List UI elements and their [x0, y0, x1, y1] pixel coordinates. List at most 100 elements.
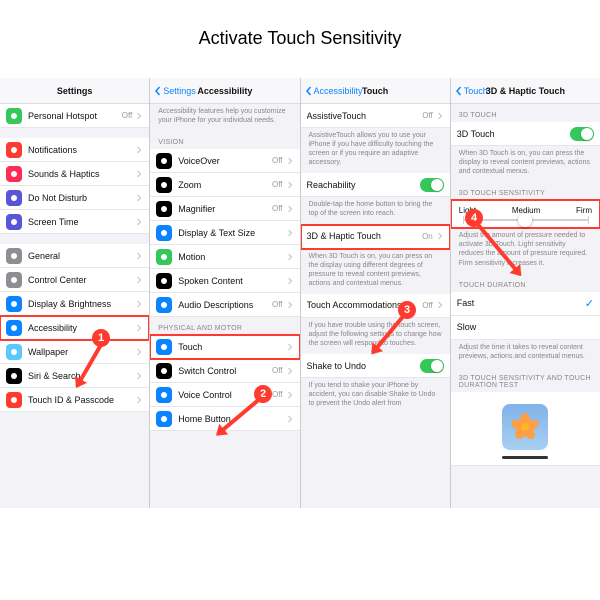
list-row[interactable]: Screen Time — [0, 210, 149, 234]
intro-text: Accessibility features help you customiz… — [150, 104, 299, 131]
panel-touch: Accessibility Touch AssistiveTouchOffAss… — [300, 78, 450, 508]
toggle-3dtouch[interactable] — [570, 127, 594, 141]
list-row[interactable]: Touch — [150, 335, 299, 359]
toggle[interactable] — [420, 359, 444, 373]
row-label: 3D & Haptic Touch — [307, 231, 423, 241]
list-row[interactable]: Spoken Content — [150, 269, 299, 293]
progress-bar — [502, 456, 548, 459]
chevron-right-icon — [135, 396, 143, 404]
panel-settings: Settings Personal HotspotOff Notification… — [0, 78, 149, 508]
list-row[interactable]: Home Button — [150, 407, 299, 431]
row-label: Display & Brightness — [28, 299, 135, 309]
chevron-right-icon — [135, 218, 143, 226]
row-label: Personal Hotspot — [28, 111, 122, 121]
accessibility-list[interactable]: Accessibility features help you customiz… — [150, 104, 299, 508]
row-label: Audio Descriptions — [178, 300, 272, 310]
chevron-right-icon — [286, 301, 294, 309]
back-button[interactable]: Accessibility — [301, 86, 450, 96]
sensitivity-slider[interactable]: Light Medium Firm — [451, 200, 600, 228]
list-row[interactable]: Reachability — [301, 173, 450, 197]
row-3dtouch-toggle[interactable]: 3D Touch — [451, 122, 600, 146]
list-row[interactable]: General — [0, 244, 149, 268]
app-icon — [6, 190, 22, 206]
row-label: Fast — [457, 298, 585, 308]
row-label: Zoom — [178, 180, 272, 190]
chevron-right-icon — [286, 391, 294, 399]
app-icon — [6, 272, 22, 288]
header-accessibility: Settings Accessibility — [150, 78, 299, 104]
row-label: Accessibility — [28, 323, 135, 333]
list-row[interactable]: Do Not Disturb — [0, 186, 149, 210]
slider-thumb[interactable] — [518, 213, 532, 227]
app-icon — [6, 320, 22, 336]
slider-track[interactable] — [463, 219, 588, 221]
chevron-right-icon — [286, 253, 294, 261]
app-icon — [6, 142, 22, 158]
list-row[interactable]: Personal HotspotOff — [0, 104, 149, 128]
list-row[interactable]: ZoomOff — [150, 173, 299, 197]
back-button[interactable]: Settings — [150, 86, 299, 96]
row-fast[interactable]: Fast ✓ — [451, 292, 600, 316]
row-label: Magnifier — [178, 204, 272, 214]
app-icon — [156, 297, 172, 313]
list-row[interactable]: Audio DescriptionsOff — [150, 293, 299, 317]
row-slow[interactable]: Slow — [451, 316, 600, 340]
list-row[interactable]: Touch AccommodationsOff — [301, 294, 450, 318]
chevron-right-icon — [286, 181, 294, 189]
row-value: Off — [122, 111, 133, 120]
row-value: On — [422, 232, 433, 241]
row-label: Shake to Undo — [307, 361, 420, 371]
chevron-right-icon — [436, 301, 444, 309]
page-title: Activate Touch Sensitivity — [0, 0, 600, 69]
list-row[interactable]: Sounds & Haptics — [0, 162, 149, 186]
header-title: Settings — [0, 86, 149, 96]
header-3dtouch: Touch 3D & Haptic Touch — [451, 78, 600, 104]
row-value: Off — [272, 180, 283, 189]
app-icon — [6, 368, 22, 384]
list-row[interactable]: Voice ControlOff — [150, 383, 299, 407]
list-row[interactable]: Wallpaper — [0, 340, 149, 364]
panels: Settings Personal HotspotOffNotification… — [0, 78, 600, 508]
row-label: Display & Text Size — [178, 228, 285, 238]
app-icon — [6, 108, 22, 124]
list-row[interactable]: Motion — [150, 245, 299, 269]
row-label: AssistiveTouch — [307, 111, 423, 121]
list-row[interactable]: Switch ControlOff — [150, 359, 299, 383]
chevron-right-icon — [436, 112, 444, 120]
touch-list[interactable]: AssistiveTouchOffAssistiveTouch allows y… — [301, 104, 450, 508]
list-row[interactable]: 3D & Haptic TouchOn — [301, 225, 450, 249]
list-row[interactable]: Siri & Search — [0, 364, 149, 388]
section-header: TOUCH DURATION — [451, 274, 600, 292]
list-row[interactable]: AssistiveTouchOff — [301, 104, 450, 128]
list-row[interactable]: Control Center — [0, 268, 149, 292]
list-row[interactable]: Display & Brightness — [0, 292, 149, 316]
row-value: Off — [422, 111, 433, 120]
desc: If you have trouble using the touch scre… — [301, 318, 450, 354]
row-value: Off — [272, 156, 283, 165]
list-row[interactable]: VoiceOverOff — [150, 149, 299, 173]
chevron-right-icon — [135, 112, 143, 120]
header-settings: Settings — [0, 78, 149, 104]
app-icon — [6, 248, 22, 264]
row-label: Notifications — [28, 145, 135, 155]
list-row[interactable]: Shake to Undo — [301, 354, 450, 378]
list-row[interactable]: Touch ID & Passcode — [0, 388, 149, 412]
list-row[interactable]: Notifications — [0, 138, 149, 162]
flower-image — [502, 404, 548, 450]
list-row[interactable]: Accessibility — [0, 316, 149, 340]
panel-accessibility: Settings Accessibility Accessibility fea… — [149, 78, 299, 508]
row-label: Switch Control — [178, 366, 272, 376]
toggle[interactable] — [420, 178, 444, 192]
row-label: Screen Time — [28, 217, 135, 227]
back-button[interactable]: Touch — [451, 86, 600, 96]
list-row[interactable]: Display & Text Size — [150, 221, 299, 245]
row-label: Touch — [178, 342, 285, 352]
test-area[interactable] — [451, 392, 600, 466]
settings-list[interactable]: Personal HotspotOff Notifications Sounds &… — [0, 104, 149, 508]
row-label: Touch Accommodations — [307, 300, 423, 310]
row-value: Off — [422, 301, 433, 310]
3dtouch-list[interactable]: 3D TOUCH 3D Touch When 3D Touch is on, y… — [451, 104, 600, 508]
chevron-right-icon — [286, 277, 294, 285]
list-row[interactable]: MagnifierOff — [150, 197, 299, 221]
row-label: Spoken Content — [178, 276, 285, 286]
